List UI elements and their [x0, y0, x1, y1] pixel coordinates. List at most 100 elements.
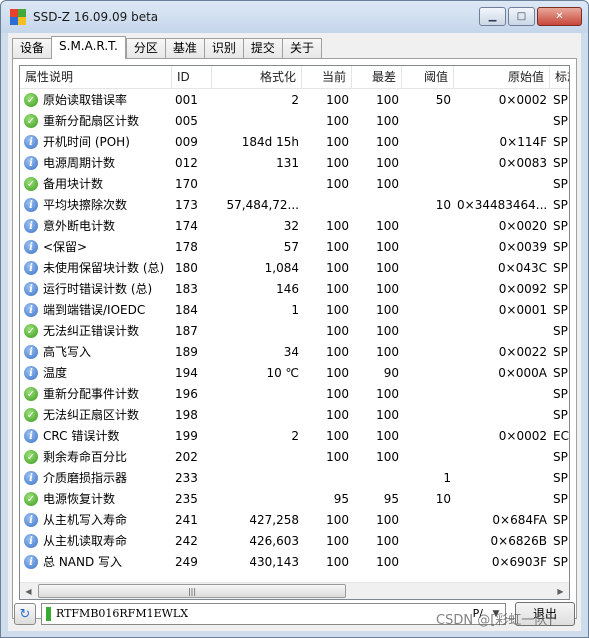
- scrollbar-thumb[interactable]: |||: [38, 584, 346, 598]
- cell-formatted: 34: [283, 345, 299, 359]
- cell-name: 高飞写入: [43, 345, 92, 359]
- table-row[interactable]: ✓ 无法纠正扇区计数 198 100 100 SP EC C: [20, 405, 569, 426]
- tab-4[interactable]: 识别: [203, 38, 243, 59]
- table-row[interactable]: ✓ 重新分配扇区计数 005 100 100 SP EC C: [20, 111, 569, 132]
- cell-name: <保留>: [43, 240, 88, 254]
- table-row[interactable]: i CRC 错误计数 199 2 100 100 0×0002 EC OC: [20, 426, 569, 447]
- info-icon: i: [24, 282, 38, 296]
- tab-2[interactable]: 分区: [125, 38, 165, 59]
- info-icon: i: [24, 240, 38, 254]
- cell-current: 100: [326, 114, 349, 128]
- maximize-button[interactable]: □: [508, 7, 535, 26]
- tab-0[interactable]: 设备: [12, 38, 52, 59]
- cell-current: 100: [326, 93, 349, 107]
- cell-threshold: [402, 132, 454, 153]
- cell-threshold: [402, 447, 454, 468]
- cell-id: 198: [175, 408, 198, 422]
- cell-name: 介质磨损指示器: [43, 471, 128, 485]
- column-header: 属性说明ID格式化当前最差阈值原始值标志: [20, 66, 569, 89]
- cell-id: 202: [175, 450, 198, 464]
- table-row[interactable]: i 电源周期计数 012 131 100 100 0×0083 SP EC C: [20, 153, 569, 174]
- table-row[interactable]: i 从主机读取寿命 242 426,603 100 100 0×6826B SP EC C: [20, 531, 569, 552]
- cell-current: 100: [326, 240, 349, 254]
- column-header-7[interactable]: 标志: [550, 66, 569, 89]
- table-row[interactable]: ✓ 备用块计数 170 100 100 SP EC C: [20, 174, 569, 195]
- column-header-0[interactable]: 属性说明: [20, 66, 172, 89]
- cell-name: 无法纠正错误计数: [43, 324, 140, 338]
- cell-raw: [454, 447, 550, 468]
- horizontal-scrollbar[interactable]: ◀ ||| ▶: [20, 582, 569, 599]
- cell-raw: [454, 321, 550, 342]
- smart-attribute-list[interactable]: 属性说明ID格式化当前最差阈值原始值标志 ✓原始读取错误率00121001005…: [19, 65, 570, 600]
- cell-flags: SP EC C: [553, 114, 569, 128]
- refresh-icon: ↻: [19, 606, 31, 622]
- table-row[interactable]: i 平均块擦除次数 173 57,484,72... 10 0×34483464... SP…: [20, 195, 569, 216]
- title-bar[interactable]: SSD-Z 16.09.09 beta ▁ □ ✕: [1, 1, 588, 33]
- cell-formatted: 1: [291, 303, 299, 317]
- minimize-button[interactable]: ▁: [479, 7, 506, 26]
- column-header-1[interactable]: ID: [172, 66, 212, 89]
- cell-flags: SP EC C: [553, 135, 569, 149]
- column-header-2[interactable]: 格式化: [212, 66, 302, 89]
- table-row[interactable]: i 总 NAND 写入 249 430,143 100 100 0×6903F SP EC C: [20, 552, 569, 573]
- scroll-left-arrow-icon[interactable]: ◀: [20, 583, 37, 599]
- close-button[interactable]: ✕: [537, 7, 582, 26]
- cell-worst: 100: [376, 513, 399, 527]
- cell-worst: 90: [383, 366, 399, 380]
- cell-worst: 100: [376, 261, 399, 275]
- table-row[interactable]: ✓ 无法纠正错误计数 187 100 100 SP EC E: [20, 321, 569, 342]
- column-header-5[interactable]: 阈值: [402, 66, 454, 89]
- cell-name: 重新分配扇区计数: [43, 114, 140, 128]
- cell-current: 100: [326, 450, 349, 464]
- cell-formatted: [212, 384, 302, 405]
- cell-threshold: 10: [435, 492, 451, 506]
- cell-flags: SP EC C: [553, 387, 569, 401]
- cell-name: 总 NAND 写入: [43, 555, 123, 569]
- cell-id: 242: [175, 534, 198, 548]
- client-area: 设备 S.M.A.R.T. 分区 基准 识别 提交 关于 属性说明 ID 格式化 当前 最差 阈值 原始…: [8, 33, 581, 631]
- cell-current: 100: [326, 219, 349, 233]
- cell-id: 196: [175, 387, 198, 401]
- cell-threshold: [402, 153, 454, 174]
- cell-threshold: [402, 174, 454, 195]
- table-row[interactable]: i <保留> 178 57 100 100 0×0039 SP EC C: [20, 237, 569, 258]
- scroll-right-arrow-icon[interactable]: ▶: [552, 583, 569, 599]
- table-row[interactable]: i 运行时错误计数 (总) 183 146 100 100 0×0092 SP EC C: [20, 279, 569, 300]
- cell-name: 剩余寿命百分比: [43, 450, 128, 464]
- cell-raw: 0×043C: [498, 261, 547, 275]
- status-ok-icon: ✓: [24, 387, 38, 401]
- table-row[interactable]: i 介质磨损指示器 233 1 SP EC C: [20, 468, 569, 489]
- table-row[interactable]: ✓ 原始读取错误率 001 2 100 100 50 0×0002 SP ER P: [20, 90, 569, 111]
- cell-worst: 100: [376, 324, 399, 338]
- cell-formatted: 426,603: [249, 534, 299, 548]
- cell-flags: SP EC C: [553, 471, 569, 485]
- column-header-6[interactable]: 原始值: [454, 66, 550, 89]
- table-row[interactable]: i 开机时间 (POH) 009 184d 15h 100 100 0×114F SP EC …: [20, 132, 569, 153]
- table-row[interactable]: i 未使用保留块计数 (总) 180 1,084 100 100 0×043C SP EC C: [20, 258, 569, 279]
- tab-5[interactable]: 提交: [242, 38, 282, 59]
- table-row[interactable]: ✓ 电源恢复计数 235 95 95 10 SP EC C: [20, 489, 569, 510]
- tab-6[interactable]: 关于: [281, 38, 322, 59]
- table-row[interactable]: i 意外断电计数 174 32 100 100 0×0020 SP EC C: [20, 216, 569, 237]
- cell-worst: 100: [376, 345, 399, 359]
- table-row[interactable]: ✓ 重新分配事件计数 196 100 100 SP EC C: [20, 384, 569, 405]
- table-row[interactable]: i 从主机写入寿命 241 427,258 100 100 0×684FA SP EC C: [20, 510, 569, 531]
- table-row[interactable]: i 温度 194 10 ℃ 100 90 0×000A SP EC C: [20, 363, 569, 384]
- refresh-button[interactable]: ↻: [14, 603, 36, 625]
- tab-1[interactable]: S.M.A.R.T.: [51, 36, 126, 59]
- tab-3[interactable]: 基准: [164, 38, 204, 59]
- cell-flags: SP EC C: [553, 555, 569, 569]
- column-header-3[interactable]: 当前: [302, 66, 352, 89]
- cell-threshold: [402, 258, 454, 279]
- table-row[interactable]: ✓ 剩余寿命百分比 202 100 100 SP EC C: [20, 447, 569, 468]
- table-row[interactable]: i 端到端错误/IOEDC 184 1 100 100 0×0001 SP EC C: [20, 300, 569, 321]
- cell-flags: SP EC C: [553, 492, 569, 506]
- cell-worst: 100: [376, 282, 399, 296]
- column-header-4[interactable]: 最差: [352, 66, 402, 89]
- table-row[interactable]: i 高飞写入 189 34 100 100 0×0022 SP ER C: [20, 342, 569, 363]
- watermark: CSDN @[彩虹一队]: [436, 613, 553, 628]
- cell-formatted: 57,484,72...: [226, 198, 299, 212]
- cell-raw: [454, 489, 550, 510]
- cell-threshold: 50: [435, 93, 451, 107]
- cell-id: 174: [175, 219, 198, 233]
